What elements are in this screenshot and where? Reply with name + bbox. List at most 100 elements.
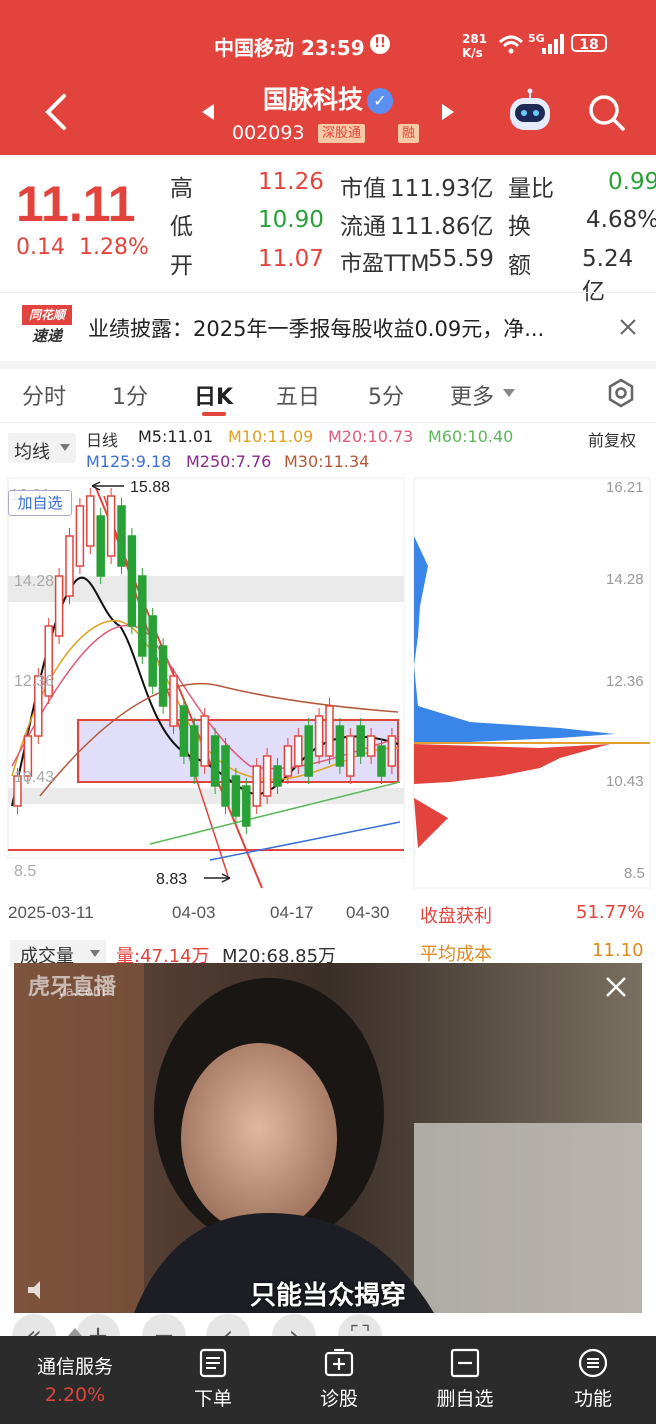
low-value: 10.90	[258, 207, 324, 233]
carrier: 中国移动	[214, 36, 294, 60]
nav-remove-watch[interactable]: 删自选	[410, 1336, 520, 1424]
nav-order-label: 下单	[193, 1388, 232, 1410]
news-logo-bottom: 速递	[31, 327, 62, 345]
candle	[169, 675, 178, 727]
candle	[335, 725, 345, 767]
low-label: 低	[170, 214, 193, 240]
adjust-label[interactable]: 前复权	[588, 427, 636, 451]
candle	[346, 735, 355, 777]
candle	[54, 575, 64, 637]
pe-label: 市盈TTM	[340, 252, 430, 277]
low-annotation: 8.83	[156, 871, 187, 888]
chip-y-tick-2: 12.36	[606, 673, 644, 690]
chip-loss-shape	[414, 744, 610, 784]
tab-intraday[interactable]: 分时	[22, 379, 66, 411]
indicator-label: 均线	[14, 442, 50, 463]
nav-functions[interactable]: 功能	[538, 1336, 648, 1424]
wifi-icon	[498, 35, 524, 54]
nav-sector[interactable]: 通信服务 2.20%	[20, 1336, 130, 1424]
candle	[210, 735, 220, 787]
tab-1min[interactable]: 1分	[112, 379, 148, 411]
price-change: 0.14	[16, 235, 65, 260]
high-value: 11.26	[258, 169, 324, 195]
quote-panel: 11.11 0.14 1.28% 高 11.26 低 10.90 开 11.07…	[0, 155, 656, 305]
tab-5day[interactable]: 五日	[276, 379, 320, 411]
net-speed: 281	[462, 32, 488, 46]
active-tab-indicator	[202, 412, 226, 416]
stock-code: 002093	[232, 122, 305, 144]
sector-name: 通信服务	[36, 1356, 113, 1378]
turnover-label: 换	[508, 214, 531, 240]
x-tick-1: 04-03	[172, 903, 215, 922]
chip-y-tick-4: 8.5	[624, 865, 645, 882]
kline-chart[interactable]: 16.21 14.28 12.36 10.43 8.5 15.88 8.83 1…	[0, 476, 656, 936]
remove-watch-icon	[450, 1348, 480, 1378]
tab-more[interactable]: 更多	[450, 379, 494, 411]
avg-cost-value: 11.10	[592, 940, 644, 961]
battery-icon: 18	[571, 34, 607, 53]
candle	[273, 765, 282, 787]
menu-icon	[578, 1348, 608, 1378]
order-icon	[199, 1348, 227, 1378]
amount-label: 额	[508, 253, 531, 279]
y-tick-4: 10.43	[14, 769, 54, 786]
candle	[366, 735, 376, 757]
period-label: 日线	[86, 431, 119, 450]
tab-daily-k[interactable]: 日K	[194, 379, 233, 411]
nav-remove-watch-label: 删自选	[436, 1388, 494, 1410]
tab-5min[interactable]: 5分	[368, 379, 404, 411]
kline-area: 16.21 14.28 12.36 10.43 8.5 15.88 8.83 1…	[0, 476, 656, 1358]
ma60: M60:10.40	[428, 427, 514, 446]
vol-ratio-label: 量比	[508, 176, 554, 202]
chip-loss-shape-2	[414, 798, 448, 848]
open-label: 开	[170, 253, 193, 279]
candle	[231, 775, 241, 817]
ma125-line	[209, 821, 401, 861]
volume-icon[interactable]	[26, 1279, 52, 1301]
indicator-selector[interactable]: 均线	[8, 433, 76, 463]
candle	[387, 735, 397, 767]
candle	[127, 535, 137, 627]
search-icon[interactable]	[588, 94, 626, 132]
news-ticker[interactable]: 同花顺 速递 业绩披露：2025年一季报每股收益0.09元，净...	[0, 292, 656, 369]
app-header: 中国移动 23:59 !! 281 K/s 5G 18 国脉科技 ✓ 002093 …	[0, 0, 656, 155]
chip-y-tick-0: 16.21	[606, 479, 644, 496]
candle	[158, 645, 168, 707]
candle	[86, 495, 95, 547]
candle	[138, 575, 147, 657]
candle	[96, 515, 105, 577]
candle	[304, 725, 313, 777]
dropdown-icon	[90, 950, 100, 957]
notification-icon: !!	[370, 34, 390, 54]
candle	[377, 745, 386, 777]
add-watchlist-button[interactable]: 加自选	[8, 490, 72, 516]
last-price: 11.11	[16, 176, 136, 232]
chip-profit-shape	[414, 536, 615, 744]
video-player[interactable]: 虎牙直播 ya.com 只能当众揭穿	[14, 963, 642, 1313]
news-text[interactable]: 业绩披露：2025年一季报每股收益0.09元，净...	[88, 313, 544, 343]
open-value: 11.07	[258, 246, 324, 272]
next-stock-icon[interactable]	[440, 102, 456, 122]
robot-assistant-icon[interactable]	[506, 88, 554, 134]
tag-margin: 融	[398, 124, 420, 143]
close-icon[interactable]	[618, 317, 638, 337]
ma250: M250:7.76	[186, 452, 272, 471]
net-speed-unit: K/s	[462, 46, 483, 60]
news-logo: 同花顺 速递	[22, 305, 72, 349]
price-change-pct: 1.28%	[78, 235, 149, 260]
nav-diagnose[interactable]: 诊股	[284, 1336, 394, 1424]
ma30: M30:11.34	[284, 452, 370, 471]
float-label: 流通	[340, 214, 386, 240]
candle	[190, 725, 199, 777]
ma-legend: 均线 日线 M5:11.01 M10:11.09 M20:10.73 M60:1…	[0, 423, 656, 475]
nav-order[interactable]: 下单	[158, 1336, 268, 1424]
news-logo-top: 同花顺	[22, 305, 72, 325]
dropdown-icon	[60, 444, 70, 451]
close-video-icon[interactable]	[604, 975, 628, 999]
settings-icon[interactable]	[606, 378, 636, 408]
tag-exchange: 深股通	[318, 124, 366, 143]
y-tick-2: 14.28	[14, 573, 54, 590]
candle	[117, 505, 126, 567]
float-value: 111.86亿	[390, 214, 494, 240]
sector-up-icon	[68, 1328, 82, 1336]
